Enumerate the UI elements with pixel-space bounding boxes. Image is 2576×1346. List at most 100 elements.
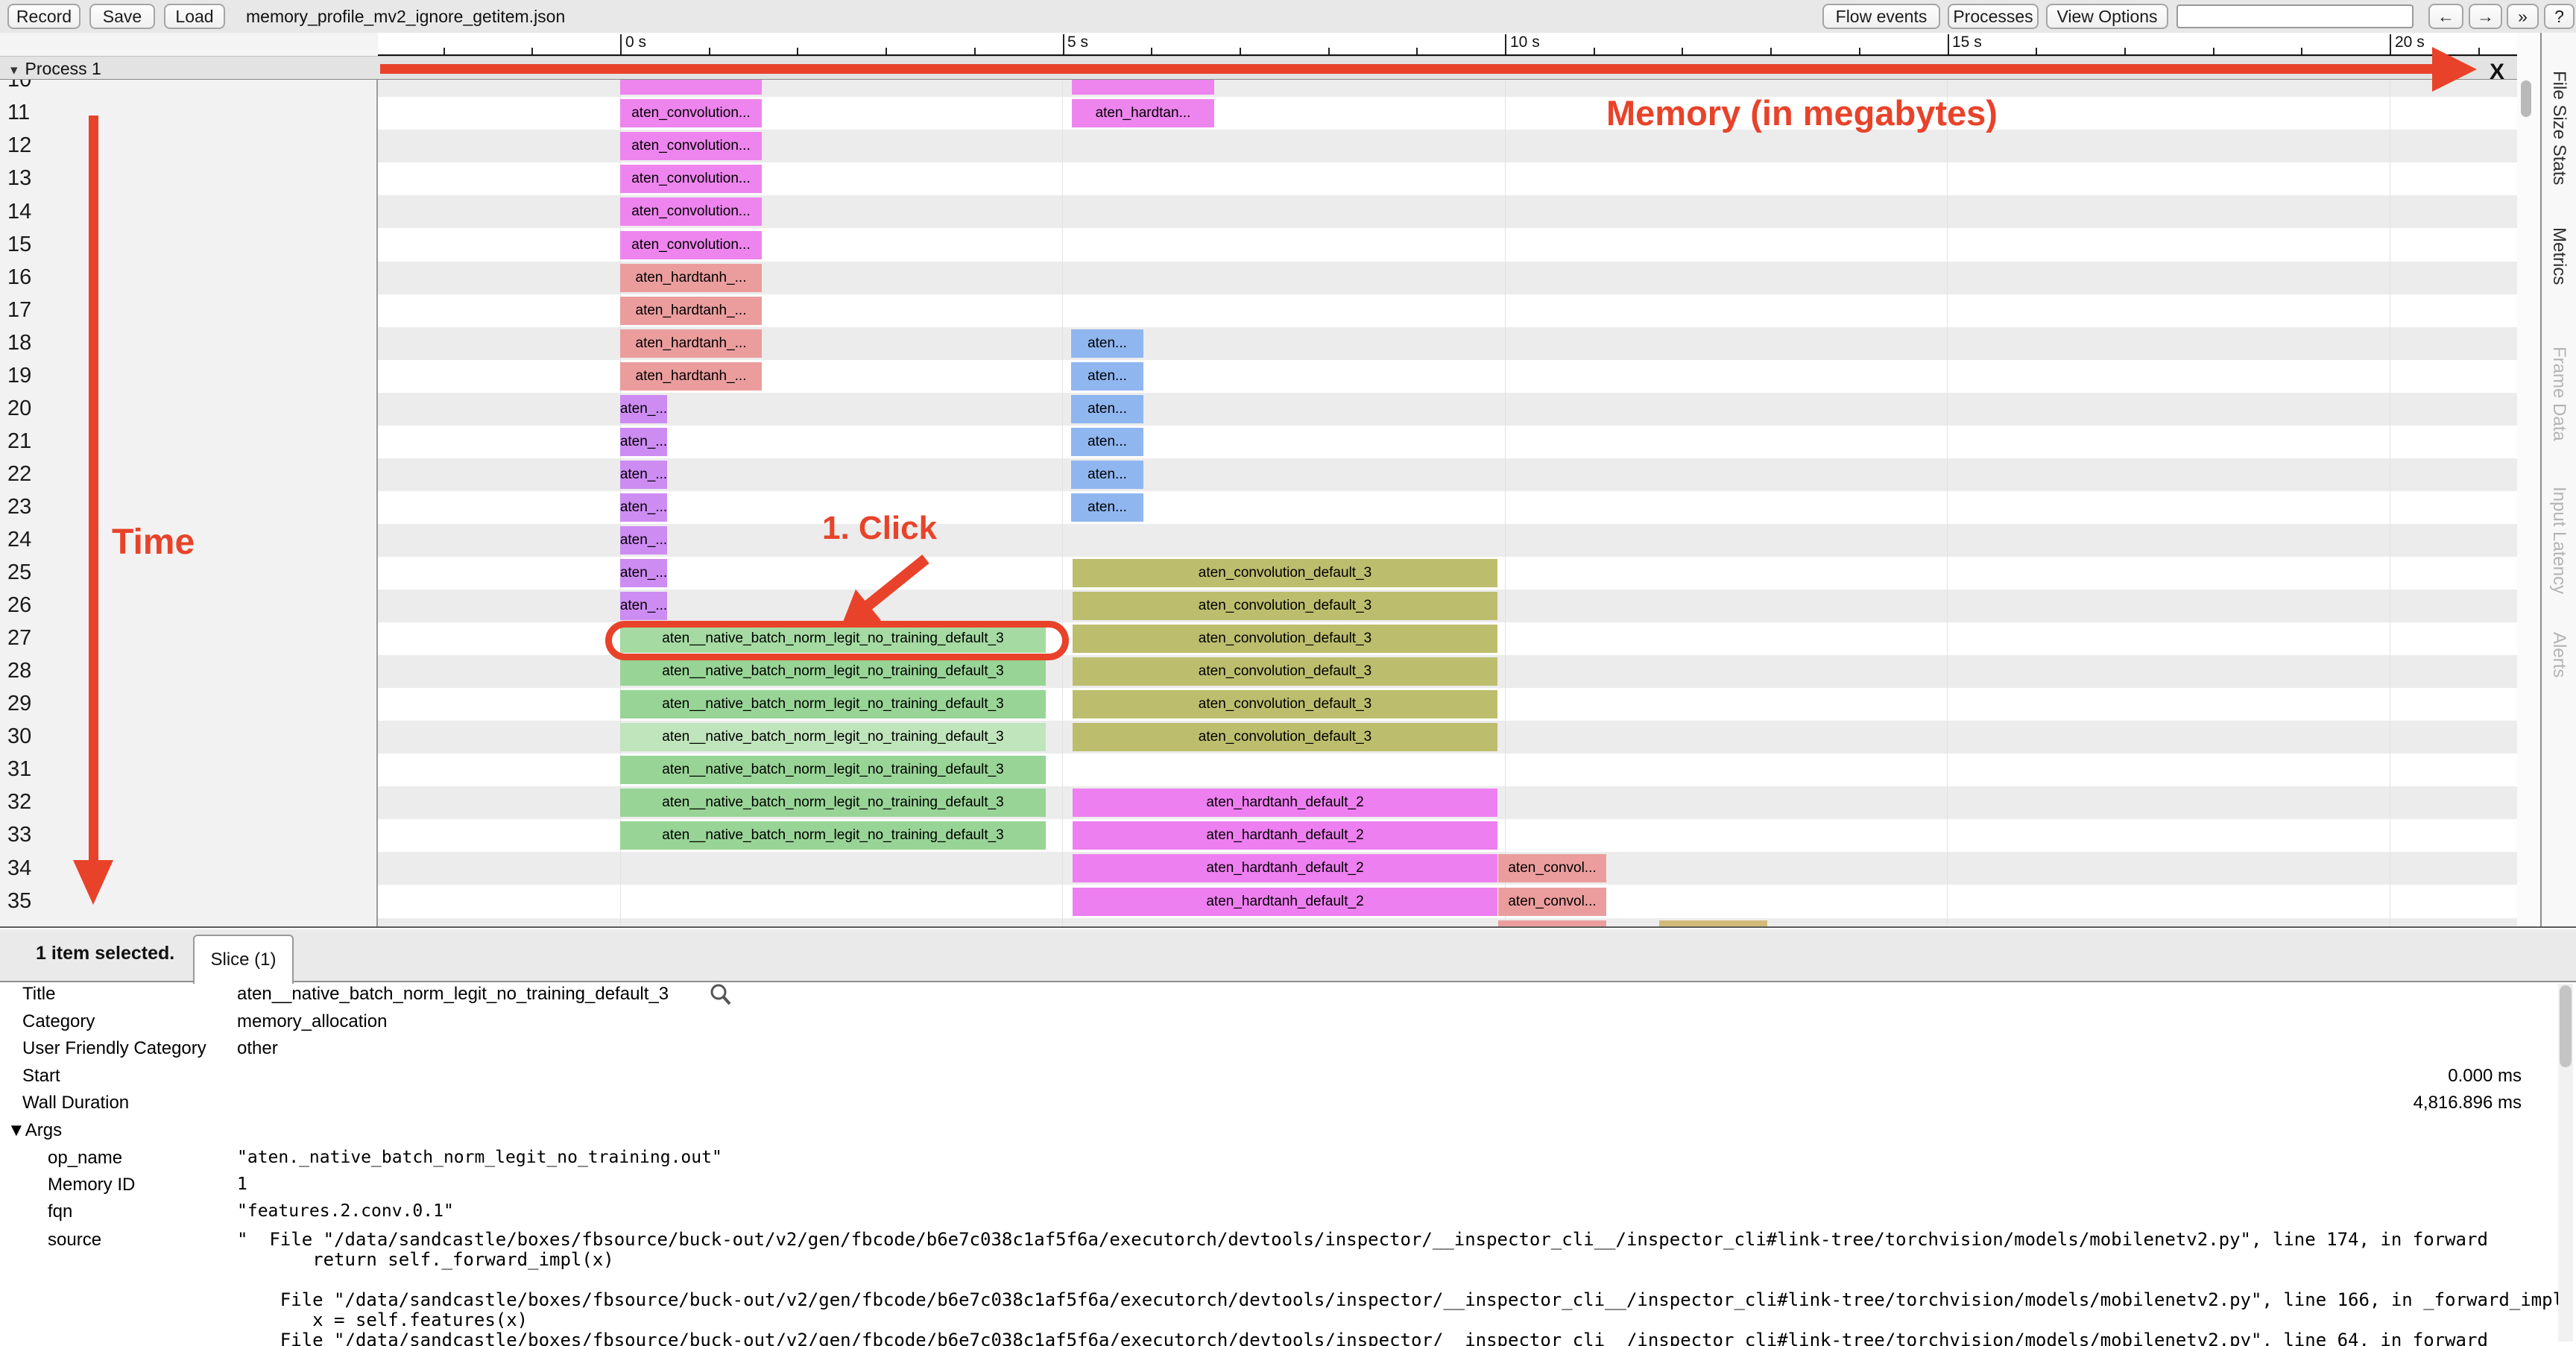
slice[interactable]: aten_convolution... [620, 230, 762, 259]
processes-button[interactable]: Processes [1948, 4, 2039, 29]
slice[interactable]: aten_hardtanh_... [620, 296, 762, 325]
row-number: 18 [7, 330, 32, 355]
slice[interactable]: aten... [1071, 361, 1143, 391]
slice-plot-area[interactable]: aten_convolution... aten_hardtan... aten_c… [378, 80, 2517, 926]
slice[interactable]: aten_... [620, 525, 667, 554]
sidebar-item-input-latency[interactable]: Input Latency [2548, 487, 2569, 594]
slice[interactable]: aten_convolution_default_3 [1073, 559, 1497, 587]
major-gridline [1505, 80, 1506, 926]
sidebar-item-file-size-stats[interactable]: File Size Stats [2548, 71, 2569, 185]
ruler-minor-tick [1593, 48, 1595, 54]
collapse-triangle-icon[interactable]: ▾ [10, 62, 18, 79]
find-next-button[interactable]: → [2469, 4, 2502, 29]
slice[interactable]: aten_convol... [1498, 854, 1606, 883]
slice[interactable]: aten__native_batch_norm_legit_no_trainin… [620, 789, 1046, 818]
slice[interactable]: aten... [1071, 427, 1143, 456]
slice[interactable]: aten_hardtanh_default_2 [1073, 821, 1497, 850]
slice[interactable]: aten_convolution_default_3 [1073, 592, 1497, 620]
slice[interactable]: aten_hardtanh_... [620, 329, 762, 358]
slice[interactable]: aten_convolution_default_3 [1073, 625, 1497, 654]
row-number: 16 [7, 265, 32, 289]
ruler-minor-tick [1239, 48, 1241, 54]
slice[interactable]: aten... [1071, 394, 1143, 423]
panel-scrollbar-thumb[interactable] [2560, 985, 2572, 1067]
time-ruler: 0 s 5 s 10 s 15 s 20 s [378, 33, 2517, 56]
detail-label-category: Category [22, 1011, 95, 1031]
time-axis-label: Time [112, 522, 195, 562]
slice[interactable]: aten_hardtan... [1072, 99, 1214, 128]
slice[interactable]: aten_convolution... [620, 165, 762, 194]
slice[interactable]: aten_hardtanh_default_2 [1073, 854, 1497, 883]
slice[interactable]: aten__native_batch_norm_legit_no_trainin… [620, 690, 1046, 719]
slice[interactable]: aten_convolution... [620, 132, 762, 161]
slice[interactable]: aten_hardtanh_... [620, 361, 762, 391]
slice[interactable]: aten_hardtanh_... [620, 263, 762, 292]
search-input[interactable] [2176, 4, 2414, 28]
arg-label-source: source [48, 1230, 102, 1250]
slice[interactable]: aten... [1071, 329, 1143, 358]
major-gridline [1947, 80, 1948, 926]
ruler-minor-tick [1682, 48, 1684, 54]
save-button[interactable]: Save [89, 4, 155, 29]
record-button[interactable]: Record [7, 4, 80, 29]
slice[interactable]: aten_... [620, 493, 667, 522]
slice[interactable]: aten_convolution... [620, 198, 762, 227]
slice[interactable] [1498, 920, 1606, 926]
ruler-major-tick [1947, 34, 1949, 54]
slice[interactable]: aten_... [620, 460, 667, 489]
slice[interactable] [620, 80, 762, 95]
sidebar-item-alerts[interactable]: Alerts [2548, 632, 2569, 677]
slice[interactable]: aten__native_batch_norm_legit_no_trainin… [620, 821, 1046, 850]
slice[interactable]: aten_convol... [1498, 887, 1606, 916]
slice[interactable]: aten_hardtanh_default_2 [1073, 887, 1497, 916]
slice[interactable]: aten_... [620, 427, 667, 456]
process-name: Process 1 [25, 59, 101, 78]
sidebar-item-frame-data[interactable]: Frame Data [2548, 347, 2569, 441]
load-button[interactable]: Load [164, 4, 225, 29]
slice[interactable]: aten_convolution_default_3 [1073, 723, 1497, 752]
sidebar-item-metrics[interactable]: Metrics [2548, 227, 2569, 285]
help-button[interactable]: ? [2544, 4, 2575, 29]
timeline-viewport[interactable]: 10 11 12 13 14 15 16 17 18 19 20 21 22 23 24 25 26 27 28 29… [0, 80, 2517, 926]
slice[interactable]: aten__native_batch_norm_legit_no_trainin… [620, 756, 1046, 785]
slice[interactable]: aten__native_batch_norm_legit_no_trainin… [620, 657, 1046, 686]
row-number: 11 [7, 101, 31, 125]
more-tools-button[interactable]: » [2507, 4, 2539, 29]
flow-events-button[interactable]: Flow events [1822, 4, 1940, 29]
right-sidebar: File Size Stats Metrics Frame Data Input La… [2540, 33, 2576, 926]
ruler-minor-tick [2036, 48, 2038, 54]
row-number: 10 [7, 80, 32, 92]
arg-label-op_name: op_name [48, 1148, 123, 1168]
arg-label-fqn: fqn [48, 1201, 73, 1222]
slice[interactable] [1072, 80, 1214, 95]
slice[interactable]: aten... [1071, 493, 1143, 522]
timeline-scrollbar-thumb[interactable] [2521, 80, 2531, 117]
source-stack-trace: " File "/data/sandcastle/boxes/fbsource/… [237, 1229, 2564, 1346]
process-title: ▾ Process 1 [10, 59, 101, 79]
row-number-column: 10 11 12 13 14 15 16 17 18 19 20 21 22 23 24 25 26 27 28 29… [0, 80, 376, 926]
row-number: 19 [7, 363, 32, 388]
ruler-major-tick [620, 34, 622, 54]
slice[interactable]: aten_hardtanh_default_2 [1073, 789, 1497, 818]
slice[interactable]: aten_convolution_default_3 [1073, 657, 1497, 686]
row-number: 25 [7, 560, 32, 584]
ruler-major-tick [1062, 34, 1064, 54]
args-section-header[interactable]: ▼Args [7, 1120, 62, 1141]
slice[interactable]: aten_... [620, 394, 667, 423]
major-gridline [1062, 80, 1063, 926]
slice[interactable]: aten__native_batch_norm_legit_no_trainin… [620, 723, 1046, 752]
lane-stripe [378, 392, 2517, 426]
slice[interactable]: aten_... [620, 559, 667, 587]
slice[interactable]: aten... [1071, 460, 1143, 489]
slice[interactable]: aten_... [620, 592, 667, 620]
find-prev-button[interactable]: ← [2428, 4, 2463, 29]
view-options-button[interactable]: View Options [2046, 4, 2168, 29]
detail-value-user-friendly-category: other [237, 1038, 278, 1058]
slice[interactable]: aten_convolution_default_3 [1073, 690, 1497, 719]
detail-value-category: memory_allocation [237, 1011, 388, 1031]
slice[interactable]: aten_convolution... [620, 99, 762, 128]
detail-value-title: aten__native_batch_norm_legit_no_trainin… [237, 984, 669, 1004]
tab-slice[interactable]: Slice (1) [193, 935, 294, 984]
magnifier-icon[interactable] [708, 982, 733, 1008]
slice[interactable] [1659, 920, 1767, 926]
